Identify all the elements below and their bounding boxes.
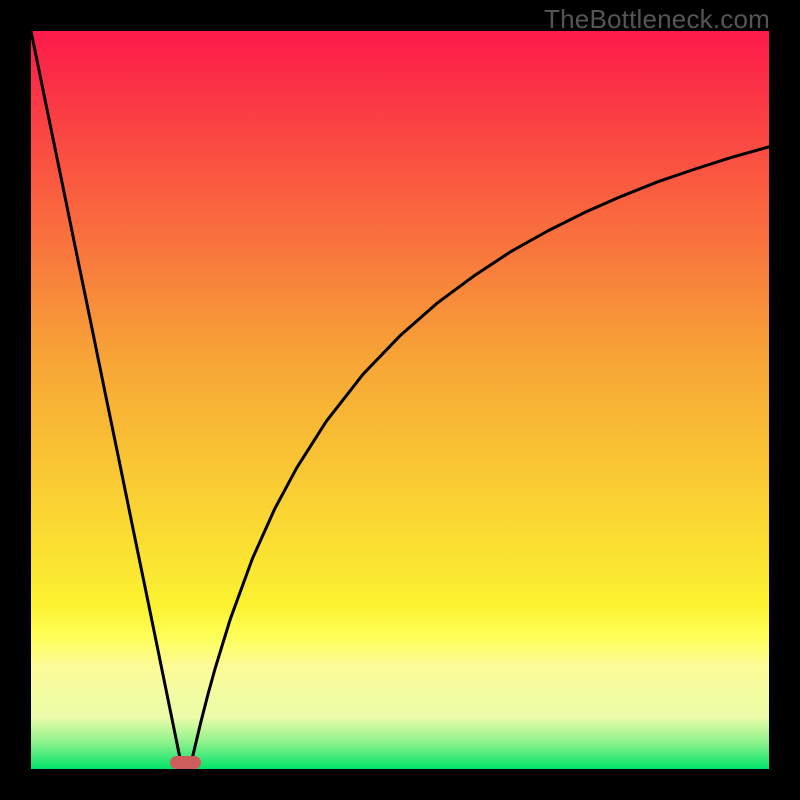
plot-svg [31, 31, 769, 769]
gradient-background [31, 31, 769, 769]
minimum-marker [170, 756, 201, 769]
chart-frame [31, 31, 769, 769]
watermark-text: TheBottleneck.com [544, 4, 770, 35]
